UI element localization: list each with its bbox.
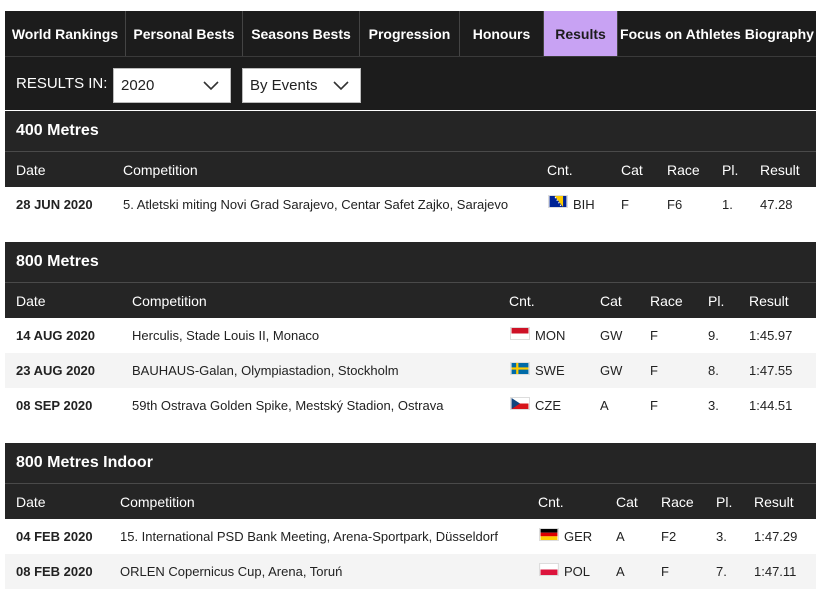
result-mark: 1:44.51 <box>749 398 793 413</box>
tab-world-rankings[interactable]: World Rankings <box>5 11 126 56</box>
col-race: Race <box>667 162 700 178</box>
col-result: Result <box>760 162 800 178</box>
table-row: 23 AUG 2020 BAUHAUS-Galan, Olympiastadio… <box>5 353 816 388</box>
result-mark: 1:45.97 <box>749 328 793 343</box>
section-title-800m: 800 Metres <box>5 242 816 282</box>
section-title-800m-indoor: 800 Metres Indoor <box>5 443 816 483</box>
col-country: Cnt. <box>547 162 573 178</box>
tab-personal-bests[interactable]: Personal Bests <box>126 11 243 56</box>
poland-flag-icon <box>539 563 559 576</box>
result-competition[interactable]: 59th Ostrava Golden Spike, Mestský Stadi… <box>132 398 443 413</box>
group-by-select[interactable]: By Events <box>242 68 361 103</box>
table-row: 28 JUN 2020 5. Atletski miting Novi Grad… <box>5 187 816 222</box>
col-result: Result <box>749 293 789 309</box>
result-country: CZE <box>535 398 561 413</box>
tab-honours[interactable]: Honours <box>460 11 544 56</box>
table-header: Date Competition Cnt. Cat Race Pl. Resul… <box>5 151 816 187</box>
chevron-down-icon <box>333 81 349 91</box>
result-place: 9. <box>708 328 719 343</box>
col-place: Pl. <box>708 293 725 309</box>
result-race: F <box>650 398 658 413</box>
table-row: 08 SEP 2020 59th Ostrava Golden Spike, M… <box>5 388 816 423</box>
results-in-label: RESULTS IN: <box>16 75 108 92</box>
table-header: Date Competition Cnt. Cat Race Pl. Resul… <box>5 282 816 318</box>
result-mark: 1:47.55 <box>749 363 793 378</box>
tab-biography[interactable]: Focus on Athletes Biography <box>618 11 816 56</box>
monaco-flag-icon <box>510 327 530 340</box>
table-row: 14 AUG 2020 Herculis, Stade Louis II, Mo… <box>5 318 816 353</box>
result-place: 3. <box>716 529 727 544</box>
result-competition[interactable]: Herculis, Stade Louis II, Monaco <box>132 328 319 343</box>
result-race: F <box>650 363 658 378</box>
result-place: 7. <box>716 564 727 579</box>
result-competition[interactable]: 15. International PSD Bank Meeting, Aren… <box>120 529 498 544</box>
bosnia-flag-icon <box>548 195 568 208</box>
result-mark: 1:47.29 <box>754 529 798 544</box>
germany-flag-icon <box>539 528 559 541</box>
col-competition: Competition <box>120 494 195 510</box>
result-date: 08 SEP 2020 <box>16 398 93 413</box>
section-title-400m: 400 Metres <box>5 111 816 151</box>
result-race: F <box>650 328 658 343</box>
col-competition: Competition <box>123 162 198 178</box>
result-place: 3. <box>708 398 719 413</box>
col-place: Pl. <box>716 494 733 510</box>
col-race: Race <box>650 293 683 309</box>
result-category: A <box>600 398 609 413</box>
results-filter-bar: RESULTS IN: 2020 By Events <box>5 56 816 110</box>
col-category: Cat <box>600 293 622 309</box>
result-country: POL <box>564 564 591 579</box>
col-date: Date <box>16 293 46 309</box>
table-header: Date Competition Cnt. Cat Race Pl. Resul… <box>5 483 816 519</box>
col-category: Cat <box>616 494 638 510</box>
result-category: GW <box>600 328 623 343</box>
result-category: F <box>621 197 629 212</box>
result-competition[interactable]: BAUHAUS-Galan, Olympiastadion, Stockholm <box>132 363 399 378</box>
result-category: GW <box>600 363 623 378</box>
result-race: F <box>661 564 669 579</box>
col-place: Pl. <box>722 162 739 178</box>
result-place: 8. <box>708 363 719 378</box>
czech-flag-icon <box>510 397 530 410</box>
col-date: Date <box>16 162 46 178</box>
col-competition: Competition <box>132 293 207 309</box>
result-category: A <box>616 529 625 544</box>
table-row: 08 FEB 2020 ORLEN Copernicus Cup, Arena,… <box>5 554 816 589</box>
col-race: Race <box>661 494 694 510</box>
table-row: 04 FEB 2020 15. International PSD Bank M… <box>5 519 816 554</box>
result-date: 04 FEB 2020 <box>16 529 93 544</box>
col-country: Cnt. <box>509 293 535 309</box>
result-race: F6 <box>667 197 683 212</box>
col-country: Cnt. <box>538 494 564 510</box>
col-date: Date <box>16 494 46 510</box>
year-select[interactable]: 2020 <box>113 68 231 103</box>
result-date: 28 JUN 2020 <box>16 197 93 212</box>
result-country: SWE <box>535 363 565 378</box>
chevron-down-icon <box>203 81 219 91</box>
result-country: BIH <box>573 197 595 212</box>
tab-progression[interactable]: Progression <box>360 11 460 56</box>
result-race: F2 <box>661 529 677 544</box>
result-competition[interactable]: ORLEN Copernicus Cup, Arena, Toruń <box>120 564 342 579</box>
result-date: 08 FEB 2020 <box>16 564 93 579</box>
result-category: A <box>616 564 625 579</box>
result-competition[interactable]: 5. Atletski miting Novi Grad Sarajevo, C… <box>123 197 508 212</box>
result-mark: 1:47.11 <box>754 564 797 579</box>
year-select-value: 2020 <box>121 77 155 94</box>
group-by-select-value: By Events <box>250 77 318 94</box>
profile-tabs: World Rankings Personal Bests Seasons Be… <box>5 11 816 56</box>
tab-results[interactable]: Results <box>544 11 618 56</box>
col-category: Cat <box>621 162 643 178</box>
col-result: Result <box>754 494 794 510</box>
result-country: MON <box>535 328 566 343</box>
result-mark: 47.28 <box>760 197 793 212</box>
result-country: GER <box>564 529 593 544</box>
result-place: 1. <box>722 197 733 212</box>
tab-seasons-bests[interactable]: Seasons Bests <box>243 11 360 56</box>
result-date: 14 AUG 2020 <box>16 328 96 343</box>
result-date: 23 AUG 2020 <box>16 363 96 378</box>
sweden-flag-icon <box>510 362 530 375</box>
